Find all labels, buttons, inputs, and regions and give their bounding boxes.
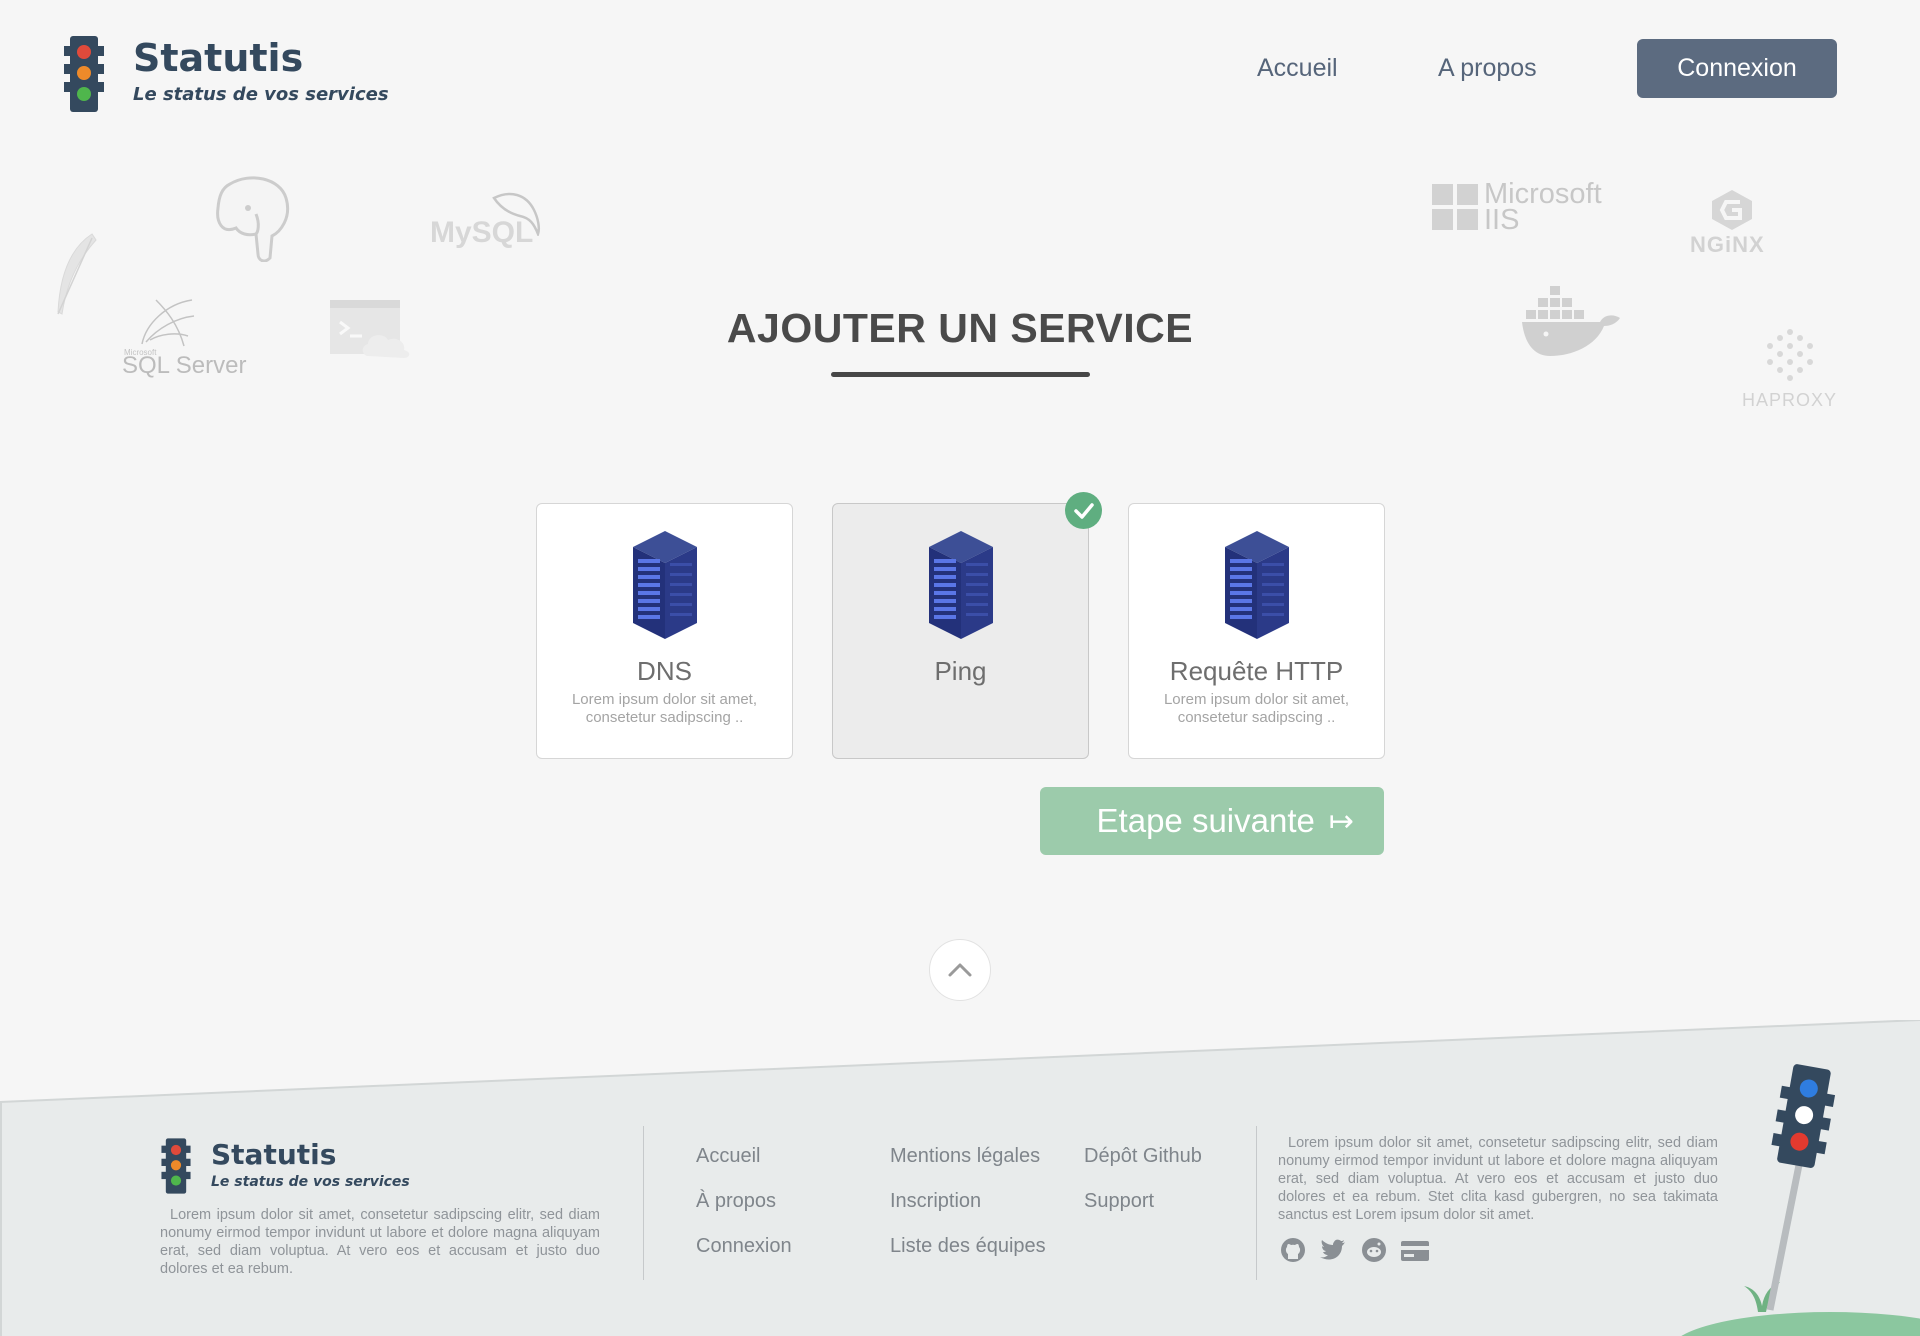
footer-divider [1256,1126,1257,1280]
page-title: AJOUTER UN SERVICE [726,305,1194,351]
reddit-icon[interactable] [1361,1237,1387,1268]
arrow-right-icon: ↦ [1328,804,1354,838]
nav-about[interactable]: A propos [1438,54,1537,83]
footer-about-text: Lorem ipsum dolor sit amet, consetetur s… [160,1207,600,1277]
service-card-http[interactable]: Requête HTTP Lorem ipsum dolor sit amet,… [1128,503,1385,759]
footer-link-login[interactable]: Connexion [696,1235,792,1258]
scroll-top-button[interactable] [929,939,991,1001]
footer-link-signup[interactable]: Inscription [890,1190,981,1213]
nav-home[interactable]: Accueil [1257,54,1338,83]
next-step-button[interactable]: Etape suivante ↦ [1040,787,1384,855]
haproxy-logo: HAPROXY [1740,326,1840,416]
sqlserver-label: SQL Server [122,352,247,379]
footer-link-legal[interactable]: Mentions légales [890,1145,1040,1168]
microsoft-iis-logo: Microsoft IIS [1432,178,1622,236]
sqlserver-logo: Microsoft SQL Server [122,294,247,380]
card-title: Requête HTTP [1169,656,1344,686]
docker-logo [1522,286,1620,356]
footer-link-home[interactable]: Accueil [696,1145,760,1168]
footer-brand-name: Statutis [211,1138,337,1171]
traffic-light-icon [64,36,104,112]
twitter-icon[interactable] [1320,1239,1346,1266]
credit-card-icon[interactable] [1400,1240,1430,1267]
nginx-label: NGiNX [1690,232,1765,257]
next-step-label: Etape suivante [1096,802,1315,839]
card-description: Lorem ipsum dolor sit amet, consetetur s… [1163,691,1350,726]
cloud-shell-icon [330,300,410,358]
server-rack-icon [1225,531,1289,639]
title-underline [831,372,1090,377]
server-rack-icon [929,531,993,639]
traffic-light-illustration [1681,1064,1920,1336]
footer-brand-tagline: Le status de vos services [211,1174,410,1190]
footer-link-github[interactable]: Dépôt Github [1084,1145,1202,1168]
card-description: Lorem ipsum dolor sit amet, consetetur s… [571,691,758,726]
footer-link-about[interactable]: À propos [696,1190,776,1213]
footer-logo[interactable]: Statutis Le status de vos services [160,1138,420,1196]
selected-check-icon [1065,492,1102,529]
logo-link[interactable]: Statutis Le status de vos services [62,34,389,114]
nginx-logo: NGiNX [1688,188,1776,258]
github-icon[interactable] [1280,1237,1306,1268]
service-card-dns[interactable]: DNS Lorem ipsum dolor sit amet, consetet… [536,503,793,759]
haproxy-label: HAPROXY [1742,390,1838,410]
card-title: DNS [637,656,692,686]
brand-tagline: Le status de vos services [133,84,389,105]
footer-divider [643,1126,644,1280]
mysql-logo: MySQL [428,188,543,250]
feather-icon [57,233,97,315]
postgresql-logo [216,176,289,262]
server-rack-icon [633,531,697,639]
brand-name: Statutis [133,36,304,80]
traffic-light-icon [161,1138,191,1194]
iis-label: IIS [1484,204,1520,236]
login-button[interactable]: Connexion [1637,39,1837,98]
footer-link-teams[interactable]: Liste des équipes [890,1235,1046,1258]
footer-link-support[interactable]: Support [1084,1190,1154,1213]
mysql-label: MySQL [430,216,534,249]
chevron-up-icon [948,963,972,977]
service-card-ping[interactable]: Ping [832,503,1089,759]
footer-right-text: Lorem ipsum dolor sit amet, consetetur s… [1278,1135,1718,1223]
card-title: Ping [934,656,987,686]
